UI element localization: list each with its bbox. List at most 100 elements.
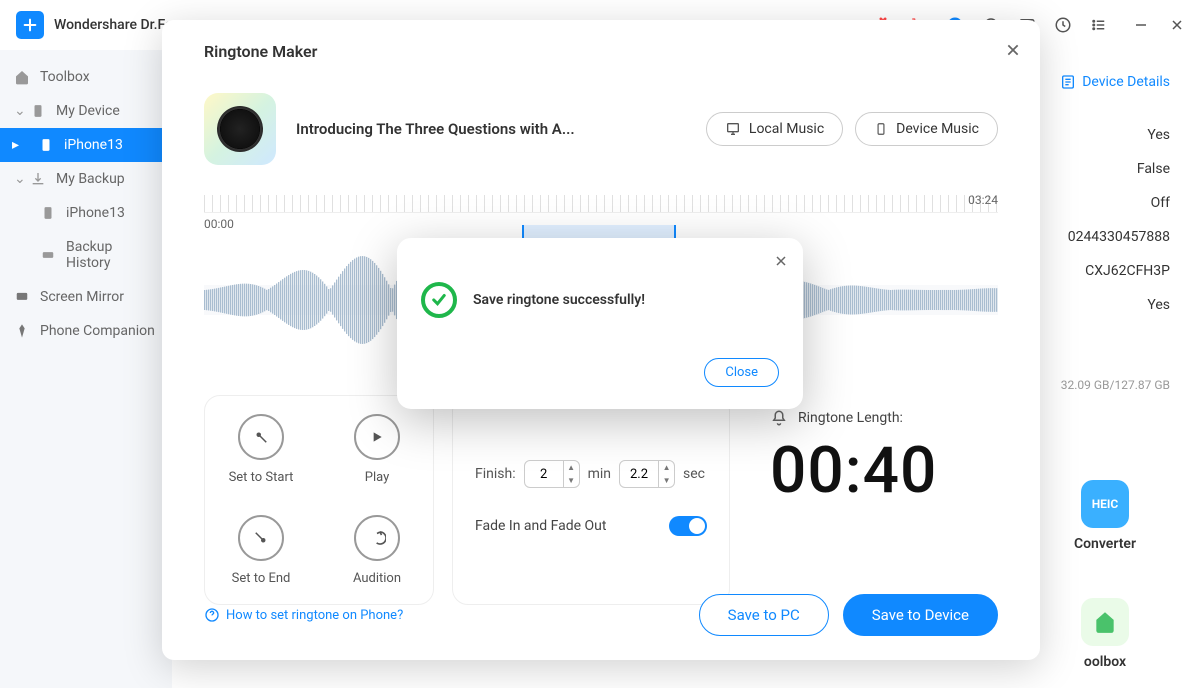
close-window-button[interactable]: [1170, 18, 1184, 32]
help-link[interactable]: How to set ringtone on Phone?: [204, 607, 403, 623]
sidebar-item-backup-iphone13[interactable]: iPhone13: [0, 196, 172, 230]
time-ruler[interactable]: 00:00 03:24: [204, 195, 998, 213]
sidebar-label: My Device: [56, 103, 120, 119]
set-to-start-label: Set to Start: [229, 470, 294, 485]
device-music-button[interactable]: Device Music: [855, 112, 998, 146]
help-link-label: How to set ringtone on Phone?: [226, 608, 403, 623]
vinyl-icon: [217, 106, 263, 152]
sidebar-label: My Backup: [56, 171, 125, 187]
toolbox-tile-icon: [1081, 598, 1129, 646]
drive-icon: [40, 247, 56, 263]
info-value: 0244330457888: [1068, 220, 1170, 254]
local-music-button[interactable]: Local Music: [706, 112, 843, 146]
download-icon: [30, 171, 46, 187]
sidebar-label: iPhone13: [64, 137, 123, 153]
screen-icon: [14, 289, 30, 305]
dialog-close-action-button[interactable]: Close: [704, 358, 779, 387]
sidebar-label: Screen Mirror: [40, 289, 124, 305]
history-icon[interactable]: [1054, 16, 1072, 34]
finish-time-row: Finish: ▲▼ min ▲▼ sec: [475, 460, 707, 488]
sidebar-item-toolbox[interactable]: Toolbox: [0, 60, 172, 94]
music-source-buttons: Local Music Device Music: [706, 112, 998, 146]
info-value: Yes: [1068, 118, 1170, 152]
heic-icon: HEIC: [1081, 480, 1129, 528]
phone-icon: [40, 205, 56, 221]
step-up[interactable]: ▲: [564, 461, 579, 474]
device-details-label: Device Details: [1082, 74, 1170, 90]
sidebar-item-iphone13[interactable]: ▸ iPhone13: [0, 128, 172, 162]
sidebar-item-my-backup[interactable]: ⌄ My Backup: [0, 162, 172, 196]
step-down[interactable]: ▼: [659, 474, 674, 487]
sidebar-label: Phone Companion: [40, 323, 155, 339]
sidebar-label: iPhone13: [66, 205, 125, 221]
chevron-down-icon: ⌄: [14, 171, 24, 187]
set-to-end-label: Set to End: [232, 571, 291, 586]
device-details-link[interactable]: Device Details: [1060, 74, 1170, 90]
set-to-end-button[interactable]: [238, 515, 284, 561]
fade-toggle[interactable]: [669, 516, 707, 536]
chevron-down-icon: ⌄: [14, 103, 24, 119]
min-unit: min: [588, 466, 611, 482]
ringtone-length-value: 00:40: [770, 433, 937, 508]
save-to-pc-button[interactable]: Save to PC: [699, 594, 829, 636]
audition-label: Audition: [353, 571, 401, 586]
dialog-close-button[interactable]: [775, 252, 787, 271]
info-value: CXJ62CFH3P: [1068, 254, 1170, 288]
tile-heic-converter[interactable]: HEIC Converter: [1040, 480, 1170, 552]
audition-button[interactable]: [354, 515, 400, 561]
app-logo: [16, 11, 44, 39]
finish-min-input[interactable]: [525, 467, 563, 482]
tile-label: oolbox: [1084, 654, 1126, 670]
modal-title: Ringtone Maker: [204, 42, 998, 61]
local-music-label: Local Music: [749, 121, 824, 137]
save-to-device-button[interactable]: Save to Device: [843, 594, 998, 636]
song-title: Introducing The Three Questions with A..…: [296, 120, 686, 138]
finish-sec-input[interactable]: [620, 467, 658, 482]
tile-label: Converter: [1074, 536, 1136, 552]
set-to-start-button[interactable]: [238, 414, 284, 460]
menu-icon[interactable]: [1090, 16, 1108, 34]
phone-icon: [30, 103, 46, 119]
device-info-values: Yes False Off 0244330457888 CXJ62CFH3P Y…: [1068, 118, 1170, 322]
time-settings: Finish: ▲▼ min ▲▼ sec Fade In and Fade O…: [452, 395, 730, 605]
controls-row: Set to Start Play Set to End Audition: [204, 395, 998, 605]
sidebar-label: Toolbox: [40, 69, 90, 85]
modal-footer: How to set ringtone on Phone? Save to PC…: [204, 594, 998, 636]
fade-row: Fade In and Fade Out: [475, 516, 707, 536]
play-label: Play: [365, 470, 390, 485]
companion-icon: [14, 323, 30, 339]
ringtone-length-panel: Ringtone Length: 00:40: [748, 395, 998, 605]
sidebar: Toolbox ⌄ My Device ▸ iPhone13 ⌄ My Back…: [0, 50, 172, 688]
window-controls: [1134, 18, 1184, 32]
dialog-message: Save ringtone successfully!: [473, 292, 645, 308]
modal-close-button[interactable]: [1006, 42, 1020, 61]
minimize-button[interactable]: [1134, 18, 1148, 32]
finish-min-stepper[interactable]: ▲▼: [524, 460, 580, 488]
phone-icon: [38, 137, 54, 153]
fade-label: Fade In and Fade Out: [475, 518, 606, 534]
song-row: Introducing The Three Questions with A..…: [204, 93, 998, 165]
storage-text: 32.09 GB/127.87 GB: [1061, 378, 1170, 392]
info-value: False: [1068, 152, 1170, 186]
success-check-icon: [421, 282, 457, 318]
ringtone-length-label: Ringtone Length:: [798, 410, 903, 426]
sidebar-label: Backup History: [66, 239, 158, 271]
finish-label: Finish:: [475, 466, 516, 482]
finish-sec-stepper[interactable]: ▲▼: [619, 460, 675, 488]
step-up[interactable]: ▲: [659, 461, 674, 474]
chevron-right-icon: ▸: [12, 137, 22, 153]
step-down[interactable]: ▼: [564, 474, 579, 487]
sidebar-item-backup-history[interactable]: Backup History: [0, 230, 172, 280]
play-button[interactable]: [354, 414, 400, 460]
info-value: Yes: [1068, 288, 1170, 322]
success-dialog: Save ringtone successfully! Close: [397, 238, 803, 409]
album-art: [204, 93, 276, 165]
sidebar-item-phone-companion[interactable]: Phone Companion: [0, 314, 172, 348]
playback-controls: Set to Start Play Set to End Audition: [204, 395, 434, 605]
sidebar-item-screen-mirror[interactable]: Screen Mirror: [0, 280, 172, 314]
tile-toolbox[interactable]: oolbox: [1040, 598, 1170, 670]
device-music-label: Device Music: [896, 121, 979, 137]
sidebar-item-my-device[interactable]: ⌄ My Device: [0, 94, 172, 128]
ruler-end-time: 03:24: [968, 193, 998, 207]
sec-unit: sec: [683, 466, 705, 482]
